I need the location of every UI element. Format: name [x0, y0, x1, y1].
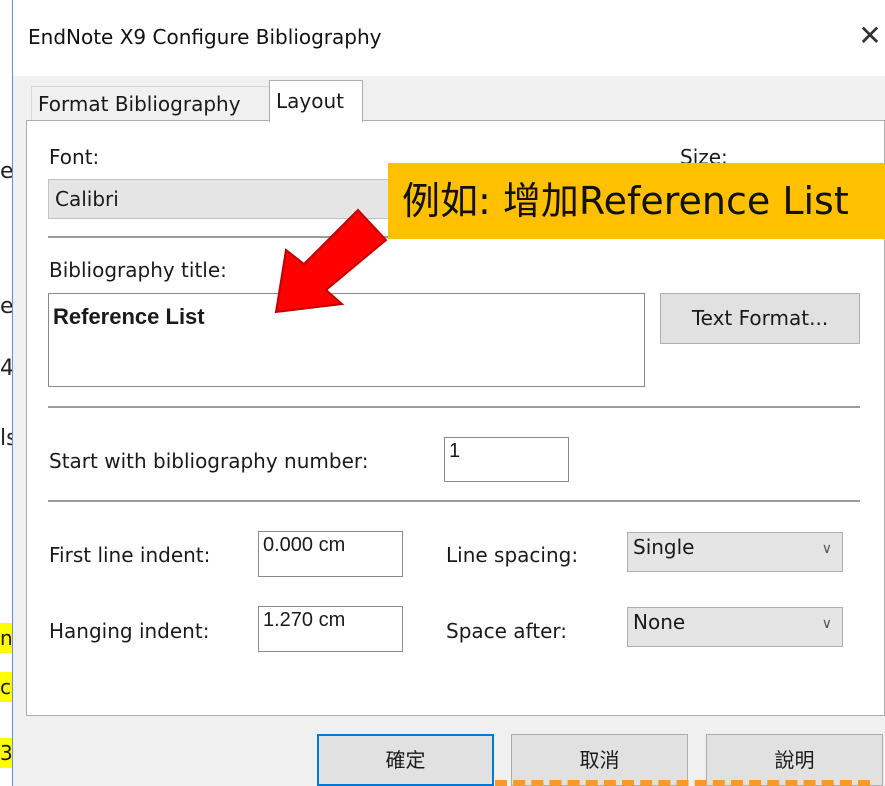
space-after-label: Space after:: [446, 619, 568, 643]
first-line-indent-input[interactable]: 0.000 cm: [258, 531, 403, 577]
background-highlight-text: 3: [0, 738, 12, 768]
help-button[interactable]: 說明: [706, 734, 883, 786]
red-arrow-icon: [274, 208, 388, 314]
bibliography-title-label: Bibliography title:: [49, 258, 227, 282]
space-after-value: None: [633, 610, 686, 634]
text-format-button[interactable]: Text Format...: [660, 293, 860, 344]
separator: [48, 500, 860, 502]
cancel-button[interactable]: 取消: [511, 734, 688, 786]
chevron-down-icon: ∨: [821, 616, 832, 632]
space-after-select[interactable]: None ∨: [627, 607, 843, 647]
dashed-highlight-line: [495, 780, 870, 786]
annotation-callout: 例如: 增加Reference List: [388, 163, 885, 239]
hanging-indent-label: Hanging indent:: [49, 619, 210, 643]
font-label: Font:: [49, 145, 100, 169]
line-spacing-label: Line spacing:: [446, 543, 579, 567]
tab-layout[interactable]: Layout: [269, 80, 363, 122]
chevron-down-icon: ∨: [821, 541, 832, 557]
close-icon[interactable]: ✕: [855, 18, 885, 54]
dialog-title: EndNote X9 Configure Bibliography: [28, 25, 382, 49]
start-number-label: Start with bibliography number:: [49, 449, 369, 473]
ok-button[interactable]: 確定: [317, 734, 494, 786]
first-line-indent-label: First line indent:: [49, 543, 211, 567]
tab-format-bibliography[interactable]: Format Bibliography: [31, 86, 283, 120]
background-highlight-text: n: [0, 623, 12, 653]
hanging-indent-input[interactable]: 1.270 cm: [258, 606, 403, 652]
line-spacing-select[interactable]: Single ∨: [627, 532, 843, 572]
line-spacing-value: Single: [633, 535, 695, 559]
start-number-input[interactable]: 1: [444, 437, 569, 482]
configure-bibliography-dialog: EndNote X9 Configure Bibliography ✕ Form…: [13, 0, 885, 786]
title-bar: EndNote X9 Configure Bibliography ✕: [13, 0, 885, 76]
background-highlight-text: c: [0, 672, 12, 702]
separator: [48, 406, 860, 408]
